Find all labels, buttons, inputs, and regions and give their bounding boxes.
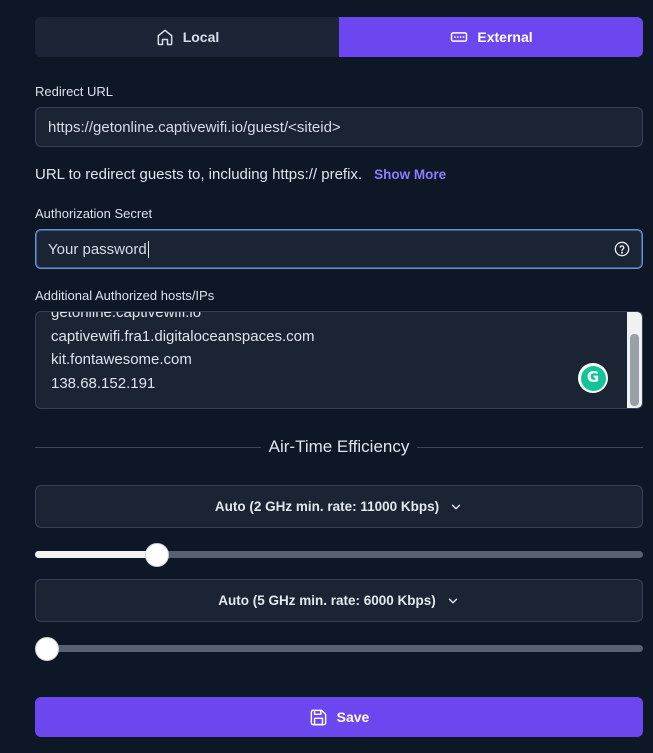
- hosts-label: Additional Authorized hosts/IPs: [35, 288, 215, 303]
- redirect-url-value: https://getonline.captivewifi.io/guest/<…: [48, 118, 341, 136]
- auth-mode-toggle: Local External: [35, 17, 643, 57]
- airtime-section-title: Air-Time Efficiency: [268, 437, 410, 456]
- band-2ghz-select[interactable]: Auto (2 GHz min. rate: 11000 Kbps): [35, 485, 643, 528]
- auth-secret-label: Authorization Secret: [35, 206, 153, 221]
- text-caret: [147, 240, 149, 258]
- host-line: getonline.captivewifi.io: [51, 311, 202, 321]
- host-line: 138.68.152.191: [51, 374, 156, 392]
- redirect-helper-text: URL to redirect guests to, including htt…: [35, 166, 363, 183]
- local-mode-label: Local: [182, 29, 220, 45]
- band-2ghz-slider-fill: [35, 551, 157, 558]
- grammarly-icon[interactable]: G: [578, 363, 608, 393]
- redirect-url-input[interactable]: https://getonline.captivewifi.io/guest/<…: [35, 107, 643, 147]
- help-circle-icon[interactable]: [614, 241, 630, 257]
- save-button[interactable]: Save: [35, 697, 643, 737]
- hosts-textarea[interactable]: getonline.captivewifi.io captivewifi.fra…: [35, 311, 643, 409]
- hosts-scrollbar[interactable]: [627, 312, 642, 408]
- redirect-helper: URL to redirect guests to, including htt…: [35, 166, 446, 183]
- hosts-lines: getonline.captivewifi.io captivewifi.fra…: [51, 311, 642, 395]
- save-label: Save: [336, 709, 370, 725]
- auth-secret-input[interactable]: Your password: [35, 229, 643, 269]
- airtime-section-divider: Air-Time Efficiency: [35, 437, 643, 457]
- host-line: kit.fontawesome.com: [51, 351, 192, 368]
- hosts-scrollbar-thumb[interactable]: [630, 334, 639, 406]
- band-5ghz-select[interactable]: Auto (5 GHz min. rate: 6000 Kbps): [35, 579, 643, 622]
- save-icon: [310, 709, 326, 725]
- band-5ghz-slider-thumb[interactable]: [35, 637, 59, 661]
- band-5ghz-select-label: Auto (5 GHz min. rate: 6000 Kbps): [218, 593, 436, 608]
- chevron-down-icon: [451, 504, 461, 509]
- band-5ghz-slider[interactable]: [35, 637, 643, 661]
- external-mode-button[interactable]: External: [339, 17, 643, 57]
- band-2ghz-slider-thumb[interactable]: [144, 543, 169, 567]
- auth-secret-value: Your password: [48, 240, 147, 258]
- chevron-down-icon: [448, 598, 457, 603]
- redirect-url-label: Redirect URL: [35, 84, 114, 99]
- local-mode-button[interactable]: Local: [35, 17, 339, 57]
- band-2ghz-slider[interactable]: [35, 543, 643, 567]
- home-icon: [157, 29, 173, 46]
- external-mode-label: External: [477, 29, 533, 45]
- keyboard-icon: [451, 32, 468, 42]
- show-more-link[interactable]: Show More: [374, 167, 446, 182]
- host-line: captivewifi.fra1.digitaloceanspaces.com: [51, 327, 315, 345]
- band-2ghz-select-label: Auto (2 GHz min. rate: 11000 Kbps): [214, 499, 440, 514]
